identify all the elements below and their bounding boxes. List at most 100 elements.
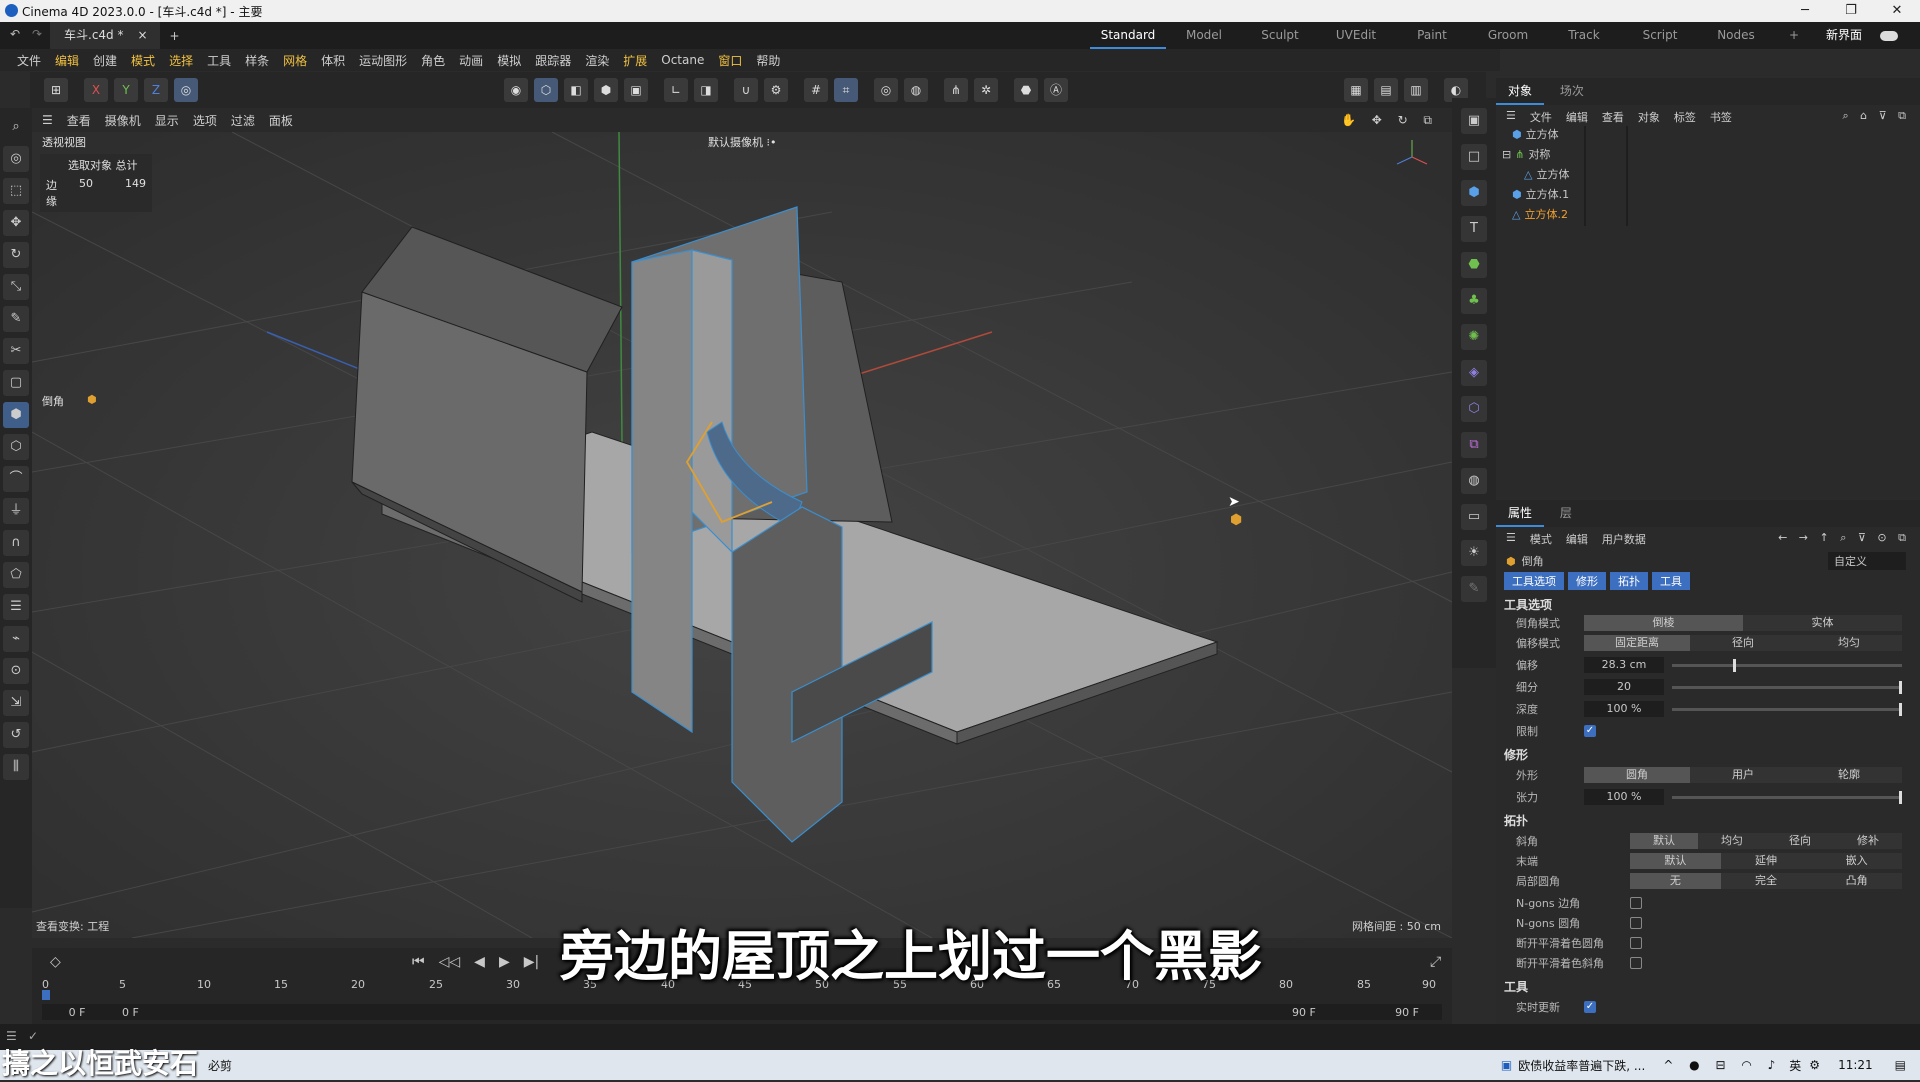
menu-window[interactable]: 窗口 xyxy=(711,52,749,69)
model-mode-icon[interactable]: ⬢ xyxy=(594,78,618,102)
limit-checkbox[interactable]: ✓ xyxy=(1584,725,1596,737)
obj-menu-object[interactable]: 对象 xyxy=(1638,109,1660,125)
miter-uniform[interactable]: 均匀 xyxy=(1698,833,1766,849)
tab-takes[interactable]: 场次 xyxy=(1548,78,1596,103)
max-frame-field[interactable]: 90 F xyxy=(1372,1006,1442,1019)
scene-object-icon[interactable]: ⧉ xyxy=(1461,432,1487,458)
solo-mode-icon[interactable]: ◨ xyxy=(694,78,718,102)
menu-mesh[interactable]: 网格 xyxy=(276,52,314,69)
tab-attributes[interactable]: 属性 xyxy=(1496,500,1545,527)
menu-mograph[interactable]: 运动图形 xyxy=(352,52,414,69)
keyframe-icon[interactable]: ◇ xyxy=(50,954,61,970)
tab-objects[interactable]: 对象 xyxy=(1496,78,1545,105)
z-axis-lock-button[interactable]: Z xyxy=(144,78,168,102)
viewport-hamburger-icon[interactable]: ☰ xyxy=(42,113,53,127)
news-widget-text[interactable]: 欧债收益率普遍下跌, ... xyxy=(1518,1057,1645,1074)
guide-settings-icon[interactable]: ✲ xyxy=(974,78,998,102)
cloner-icon[interactable]: ♣ xyxy=(1461,288,1487,314)
light-object-icon[interactable]: ☀ xyxy=(1461,540,1487,566)
coordinate-system-icon[interactable]: ⊞ xyxy=(44,78,68,102)
layout-tab-paint[interactable]: Paint xyxy=(1394,22,1470,49)
depth-input[interactable]: 100 % xyxy=(1584,701,1664,717)
menu-mode[interactable]: 模式 xyxy=(124,52,162,69)
tension-slider[interactable] xyxy=(1672,790,1902,804)
prev-key-icon[interactable]: ◁◁ xyxy=(439,954,461,970)
attr-menu-userdata[interactable]: 用户数据 xyxy=(1602,531,1646,547)
magnet-snap-icon[interactable]: ∪ xyxy=(734,78,758,102)
subtab-tool-options[interactable]: 工具选项 xyxy=(1504,572,1564,590)
redo-icon[interactable]: ↷ xyxy=(32,27,42,41)
menu-create[interactable]: 创建 xyxy=(86,52,124,69)
object-row[interactable]: △ 立方体 xyxy=(1524,166,1569,182)
notifications-icon[interactable]: ▤ xyxy=(1895,1058,1906,1072)
object-row[interactable]: ⬢ 立方体 xyxy=(1512,126,1559,142)
close-button[interactable]: ✕ xyxy=(1874,0,1920,22)
layout-tab-groom[interactable]: Groom xyxy=(1470,22,1546,49)
effector-icon[interactable]: ✺ xyxy=(1461,324,1487,350)
viewport-navigation-icons[interactable]: ✋ ✥ ↻ ⧉ xyxy=(1341,113,1438,128)
preview-start-field[interactable]: 0 F xyxy=(112,1006,1292,1019)
system-tray-icons[interactable]: ^ ● ⊟ ◠ ♪ xyxy=(1663,1058,1781,1072)
render-settings-icon[interactable]: ▥ xyxy=(1404,78,1428,102)
menu-character[interactable]: 角色 xyxy=(414,52,452,69)
bevel-tool-icon[interactable]: ⬢ xyxy=(3,402,29,428)
layout-tab-script[interactable]: Script xyxy=(1622,22,1698,49)
spin-edge-icon[interactable]: ⫼ xyxy=(3,754,29,780)
snap-settings-icon[interactable]: ⚙ xyxy=(764,78,788,102)
end-inset[interactable]: 嵌入 xyxy=(1811,853,1902,869)
object-snap-icon[interactable]: ⬣ xyxy=(1014,78,1038,102)
object-row[interactable]: ⬢ 立方体.1 xyxy=(1512,186,1569,202)
obj-panel-search-icon[interactable]: ⌕ ⌂ ⊽ ⧉ xyxy=(1842,109,1910,125)
tension-input[interactable]: 100 % xyxy=(1584,789,1664,805)
depth-slider-handle[interactable] xyxy=(1899,702,1902,716)
render-active-icon[interactable]: ▤ xyxy=(1374,78,1398,102)
shape-user[interactable]: 用户 xyxy=(1690,767,1796,783)
viewport-camera-label[interactable]: 默认摄像机 ⁝• xyxy=(708,134,776,150)
pen-tool-icon[interactable]: ✎ xyxy=(3,306,29,332)
magnet-tool-icon[interactable]: ∩ xyxy=(3,530,29,556)
obj-menu-file[interactable]: 文件 xyxy=(1530,109,1552,125)
partial-convex[interactable]: 凸角 xyxy=(1811,873,1902,889)
vp-menu-panel[interactable]: 面板 xyxy=(269,112,293,129)
collapse-icon[interactable]: ⊟ xyxy=(1502,148,1511,161)
menu-edit[interactable]: 编辑 xyxy=(48,52,86,69)
uv-mode-icon[interactable]: ▣ xyxy=(624,78,648,102)
partial-none[interactable]: 无 xyxy=(1630,873,1721,889)
rotate-tool-icon[interactable]: ↻ xyxy=(3,242,29,268)
menu-help[interactable]: 帮助 xyxy=(749,52,787,69)
vp-menu-view[interactable]: 查看 xyxy=(67,112,91,129)
stitch-tool-icon[interactable]: ⇲ xyxy=(3,690,29,716)
zoom-search-icon[interactable]: ⌕ xyxy=(3,114,29,140)
shape-profile[interactable]: 轮廓 xyxy=(1796,767,1902,783)
frame-range-bar[interactable]: 0 F 0 F 90 F 90 F xyxy=(42,1004,1442,1020)
symmetry-icon[interactable]: ◎ xyxy=(874,78,898,102)
attr-menu-edit[interactable]: 编辑 xyxy=(1566,531,1588,547)
iron-tool-icon[interactable]: ↺ xyxy=(3,722,29,748)
polygons-mode-icon[interactable]: ◧ xyxy=(564,78,588,102)
tab-layers[interactable]: 层 xyxy=(1548,500,1584,525)
play-icon[interactable]: ▶ xyxy=(499,954,510,970)
go-to-start-icon[interactable]: ⏮ xyxy=(412,954,425,970)
end-default[interactable]: 默认 xyxy=(1630,853,1721,869)
edges-mode-icon[interactable]: ⬡ xyxy=(534,78,558,102)
generator-icon[interactable]: ⬣ xyxy=(1461,252,1487,278)
taskbar-clock[interactable]: 11:21 xyxy=(1838,1058,1873,1072)
subtab-tool[interactable]: 工具 xyxy=(1652,572,1690,590)
menu-render[interactable]: 渲染 xyxy=(578,52,616,69)
subtab-shaping[interactable]: 修形 xyxy=(1568,572,1606,590)
miter-radial[interactable]: 径向 xyxy=(1766,833,1834,849)
auto-snap-icon[interactable]: Ⓐ xyxy=(1044,78,1068,102)
news-widget-icon[interactable]: ▣ xyxy=(1501,1058,1512,1072)
offset-mode-uniform[interactable]: 均匀 xyxy=(1796,635,1902,651)
axis-mode-icon[interactable]: ∟ xyxy=(664,78,688,102)
min-frame-field[interactable]: 0 F xyxy=(42,1006,112,1019)
loop-cut-icon[interactable]: ⏚ xyxy=(3,498,29,524)
vp-menu-camera[interactable]: 摄像机 xyxy=(105,112,141,129)
scale-tool-icon[interactable]: ⤡ xyxy=(3,274,29,300)
world-coordinates-icon[interactable]: ◎ xyxy=(174,78,198,102)
vp-menu-options[interactable]: 选项 xyxy=(193,112,217,129)
ngons-round-checkbox[interactable] xyxy=(1630,917,1642,929)
move-tool-icon[interactable]: ✥ xyxy=(3,210,29,236)
tension-slider-handle[interactable] xyxy=(1899,790,1902,804)
live-selection-icon[interactable]: ◎ xyxy=(3,146,29,172)
